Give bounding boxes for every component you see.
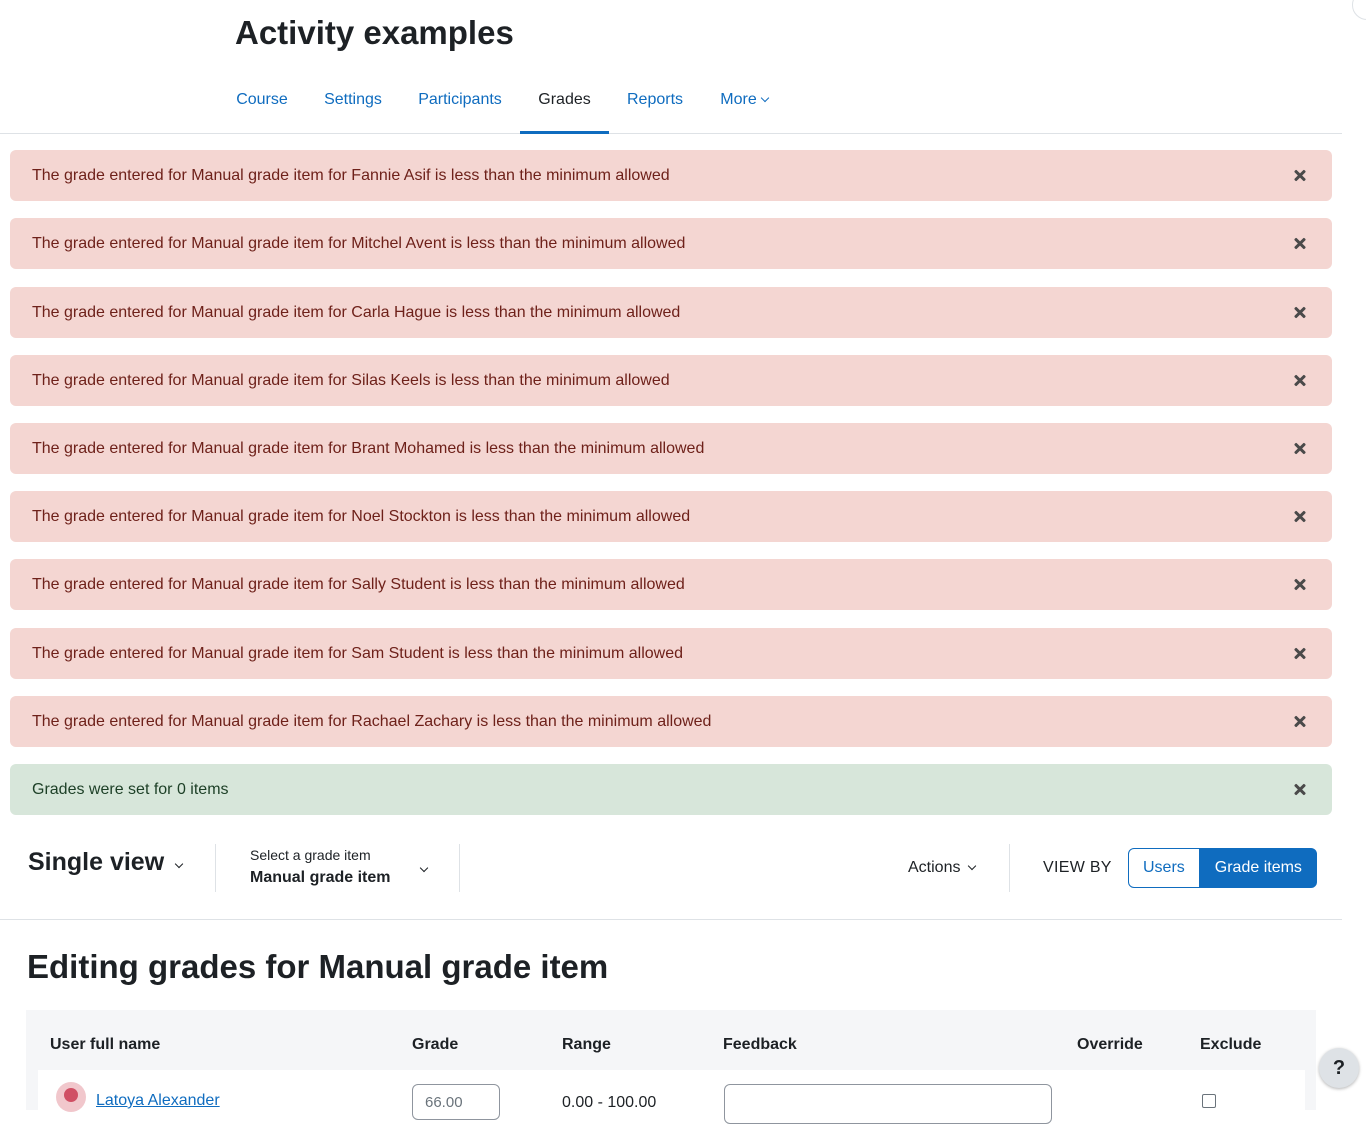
chevron-down-icon: [174, 859, 184, 869]
feedback-input[interactable]: [724, 1084, 1052, 1124]
tab-course[interactable]: Course: [222, 66, 302, 134]
tab-more[interactable]: More: [704, 66, 784, 134]
column-header-range: Range: [562, 1036, 611, 1053]
close-icon[interactable]: [1290, 423, 1310, 474]
tab-participants[interactable]: Participants: [404, 66, 516, 134]
column-header-grade: Grade: [412, 1036, 459, 1053]
alert-danger: The grade entered for Manual grade item …: [10, 287, 1332, 338]
tab-grades[interactable]: Grades: [520, 66, 609, 134]
alert-danger: The grade entered for Manual grade item …: [10, 559, 1332, 610]
secondary-navigation: Course Settings Participants Grades Repo…: [0, 66, 1342, 134]
divider: [1009, 844, 1010, 892]
grade-item-selector-value: Manual grade item: [250, 869, 391, 886]
alert-danger: The grade entered for Manual grade item …: [10, 355, 1332, 406]
report-selector[interactable]: Single view: [28, 848, 184, 877]
alert-message: The grade entered for Manual grade item …: [32, 372, 670, 389]
alert-message: Grades were set for 0 items: [32, 781, 229, 798]
grade-item-selector[interactable]: Select a grade item Manual grade item: [250, 847, 429, 887]
alert-message: The grade entered for Manual grade item …: [32, 167, 670, 184]
tab-more-label: More: [720, 91, 757, 108]
table-row: Latoya Alexander 0.00 - 100.00: [38, 1070, 1305, 1130]
help-button[interactable]: ?: [1319, 1048, 1359, 1088]
alert-success: Grades were set for 0 items: [10, 764, 1332, 815]
alert-danger: The grade entered for Manual grade item …: [10, 491, 1332, 542]
tab-reports[interactable]: Reports: [614, 66, 696, 134]
tertiary-navigation: Single view Select a grade item Manual g…: [0, 820, 1342, 920]
grade-input[interactable]: [412, 1084, 500, 1120]
alert-danger: The grade entered for Manual grade item …: [10, 628, 1332, 679]
grades-table: User full name Grade Range Feedback Over…: [26, 1010, 1316, 1130]
actions-label: Actions: [908, 859, 961, 876]
close-icon[interactable]: [1290, 764, 1310, 815]
column-header-feedback: Feedback: [723, 1036, 797, 1053]
grade-items-button[interactable]: Grade items: [1199, 848, 1317, 888]
user-name-link[interactable]: Latoya Alexander: [96, 1092, 220, 1110]
close-icon[interactable]: [1290, 559, 1310, 610]
divider: [215, 844, 216, 892]
avatar: [56, 1082, 86, 1112]
alert-message: The grade entered for Manual grade item …: [32, 645, 683, 662]
close-icon[interactable]: [1290, 218, 1310, 269]
column-header-exclude: Exclude: [1200, 1036, 1262, 1053]
alert-danger: The grade entered for Manual grade item …: [10, 218, 1332, 269]
tab-settings[interactable]: Settings: [310, 66, 396, 134]
view-by-toggle: Users Grade items: [1128, 848, 1317, 888]
alert-danger: The grade entered for Manual grade item …: [10, 423, 1332, 474]
actions-dropdown[interactable]: Actions: [908, 859, 977, 877]
divider: [459, 844, 460, 892]
chevron-down-icon: [419, 863, 429, 873]
users-button[interactable]: Users: [1128, 848, 1200, 888]
close-icon[interactable]: [1290, 355, 1310, 406]
view-by-label: VIEW BY: [1043, 859, 1112, 876]
chevron-down-icon: [968, 861, 977, 871]
grade-range: 0.00 - 100.00: [562, 1094, 657, 1111]
close-icon[interactable]: [1290, 491, 1310, 542]
column-header-user: User full name: [50, 1036, 161, 1053]
exclude-checkbox[interactable]: [1202, 1094, 1216, 1108]
close-icon[interactable]: [1290, 696, 1310, 747]
close-icon[interactable]: [1290, 287, 1310, 338]
alert-message: The grade entered for Manual grade item …: [32, 304, 681, 321]
column-header-override: Override: [1077, 1036, 1143, 1053]
alert-danger: The grade entered for Manual grade item …: [10, 696, 1332, 747]
close-icon[interactable]: [1290, 150, 1310, 201]
alert-message: The grade entered for Manual grade item …: [32, 235, 686, 252]
page-title: Activity examples: [235, 14, 514, 51]
alert-message: The grade entered for Manual grade item …: [32, 576, 685, 593]
alert-danger: The grade entered for Manual grade item …: [10, 150, 1332, 201]
editing-title: Editing grades for Manual grade item: [27, 948, 609, 985]
alert-message: The grade entered for Manual grade item …: [32, 508, 691, 525]
alert-message: The grade entered for Manual grade item …: [32, 713, 712, 730]
grade-item-selector-label: Select a grade item: [250, 847, 371, 863]
chevron-down-icon: [760, 93, 769, 103]
close-icon[interactable]: [1290, 628, 1310, 679]
page-corner-decoration: [1352, 0, 1366, 20]
report-title: Single view: [28, 848, 165, 876]
alert-message: The grade entered for Manual grade item …: [32, 440, 705, 457]
